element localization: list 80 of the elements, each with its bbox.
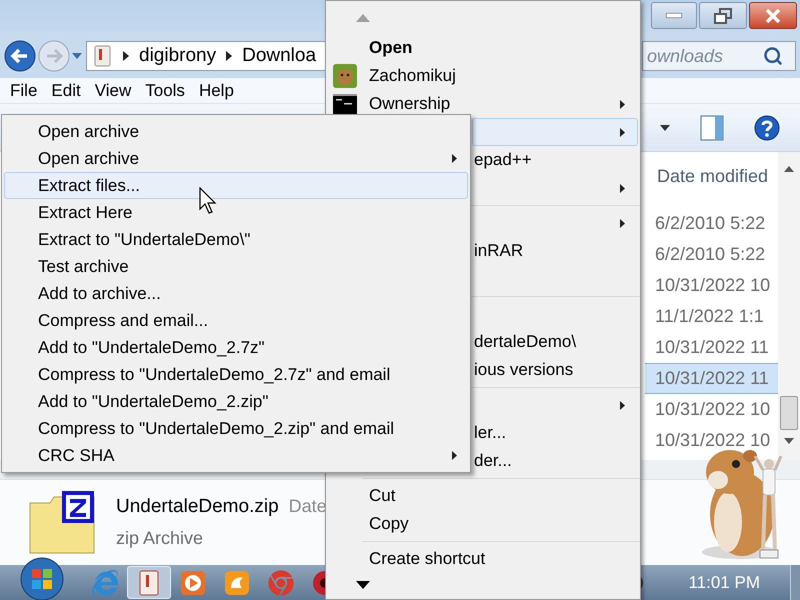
context-menu-item[interactable]: epad++: [472, 146, 638, 174]
context-menu-item[interactable]: dertaleDemo\: [472, 328, 638, 356]
submenu-item[interactable]: Extract files...: [4, 172, 468, 199]
restore-button[interactable]: [699, 2, 747, 29]
hamster-app-icon: [333, 64, 357, 88]
submenu-arrow-icon: [620, 100, 625, 108]
date-modified-cell[interactable]: 10/31/2022 11: [645, 332, 778, 363]
close-button[interactable]: [749, 2, 797, 29]
submenu-item[interactable]: Compress to "UndertaleDemo_2.zip" and email: [4, 415, 468, 442]
date-modified-cell[interactable]: 10/31/2022 10: [645, 270, 778, 301]
menu-bar-item[interactable]: View: [94, 78, 132, 104]
date-modified-cell[interactable]: 10/31/2022 10: [645, 425, 778, 456]
context-menu-item[interactable]: Ownership: [328, 90, 638, 118]
submenu-item[interactable]: Compress to "UndertaleDemo_2.7z" and email: [4, 361, 468, 388]
mouse-pointer-icon: [199, 187, 217, 215]
scroll-up-arrow-icon[interactable]: [356, 14, 370, 22]
scroll-up-icon[interactable]: [784, 166, 794, 172]
submenu-arrow-icon: [620, 184, 625, 192]
submenu-arrow-icon: [620, 218, 625, 228]
file-name: UndertaleDemo.zip: [116, 494, 279, 519]
submenu-arrow-icon: [452, 451, 457, 460]
context-menu-item[interactable]: Zachomikuj: [328, 62, 638, 90]
taskbar-button[interactable]: [127, 566, 171, 599]
date-modified-cell[interactable]: 11/1/2022 1:1: [645, 301, 778, 332]
details-field-label: Date: [288, 494, 327, 518]
search-input[interactable]: ownloads: [643, 42, 763, 70]
context-menu-item[interactable]: Create shortcut: [328, 545, 638, 573]
file-type: zip Archive: [116, 527, 204, 550]
minimize-button[interactable]: [651, 2, 697, 29]
submenu-item[interactable]: Compress and email...: [4, 307, 468, 334]
submenu-item[interactable]: Add to archive...: [4, 280, 468, 307]
restore-icon: [714, 8, 732, 24]
preview-pane-icon[interactable]: [700, 114, 724, 140]
history-dropdown-icon[interactable]: [72, 53, 82, 59]
scroll-down-arrow-icon[interactable]: [356, 581, 370, 589]
menu-bar-item[interactable]: Tools: [145, 78, 185, 104]
date-modified-cell[interactable]: 10/31/2022 10: [645, 394, 778, 425]
date-modified-cell[interactable]: 6/2/2010 5:22: [645, 208, 778, 239]
context-menu-item[interactable]: inRAR: [472, 237, 638, 265]
search-icon[interactable]: [763, 46, 783, 66]
media-player-icon[interactable]: [180, 570, 206, 596]
chevron-right-icon[interactable]: [226, 51, 232, 61]
back-button[interactable]: [4, 40, 36, 72]
submenu-item[interactable]: Add to "UndertaleDemo_2.zip": [4, 388, 468, 415]
scroll-down-icon[interactable]: [784, 438, 794, 444]
submenu-item[interactable]: CRC SHA: [4, 442, 468, 469]
submenu-arrow-icon: [620, 400, 625, 410]
breadcrumb-item[interactable]: digibrony: [139, 42, 216, 70]
search-field[interactable]: ownloads: [642, 41, 796, 71]
context-menu-item[interactable]: Copy: [328, 510, 638, 538]
chevron-right-icon[interactable]: [123, 51, 129, 61]
minimize-icon: [666, 13, 682, 18]
submenu-arrow-icon: [620, 128, 625, 136]
close-icon: [765, 8, 781, 22]
date-modified-cell[interactable]: 10/31/2022 11: [645, 363, 778, 394]
zip-folder-icon: [28, 490, 96, 554]
submenu-item[interactable]: Test archive: [4, 253, 468, 280]
squirrel-app-icon[interactable]: [224, 570, 250, 596]
submenu-arrow-icon: [452, 154, 457, 163]
submenu-item[interactable]: Extract Here: [4, 199, 468, 226]
help-icon[interactable]: [754, 114, 780, 140]
menu-bar-item[interactable]: Help: [198, 78, 234, 104]
dropdown-caret-icon[interactable]: [660, 124, 670, 130]
menu-bar-item[interactable]: Edit: [51, 78, 81, 104]
context-menu-item[interactable]: Cut: [328, 482, 638, 510]
scrollbar-thumb[interactable]: [780, 396, 798, 430]
column-header[interactable]: Date modified: [645, 152, 778, 208]
submenu-item[interactable]: Open archive: [4, 145, 468, 172]
context-menu-item[interactable]: Open: [328, 34, 638, 62]
context-menu-item[interactable]: der...: [472, 447, 638, 475]
context-menu-item[interactable]: ler...: [472, 419, 638, 447]
submenu-item[interactable]: Open archive: [4, 118, 468, 145]
submenu-item[interactable]: Extract to "UndertaleDemo\": [4, 226, 468, 253]
breadcrumb-item[interactable]: Downloa: [242, 42, 316, 70]
context-menu-item[interactable]: ious versions: [472, 356, 638, 384]
submenu-item[interactable]: Add to "UndertaleDemo_2.7z": [4, 334, 468, 361]
start-button[interactable]: [20, 556, 64, 600]
menu-bar-item[interactable]: File: [10, 78, 38, 104]
vertical-scrollbar[interactable]: [778, 152, 800, 460]
date-modified-cell[interactable]: 6/2/2010 5:22: [645, 239, 778, 270]
